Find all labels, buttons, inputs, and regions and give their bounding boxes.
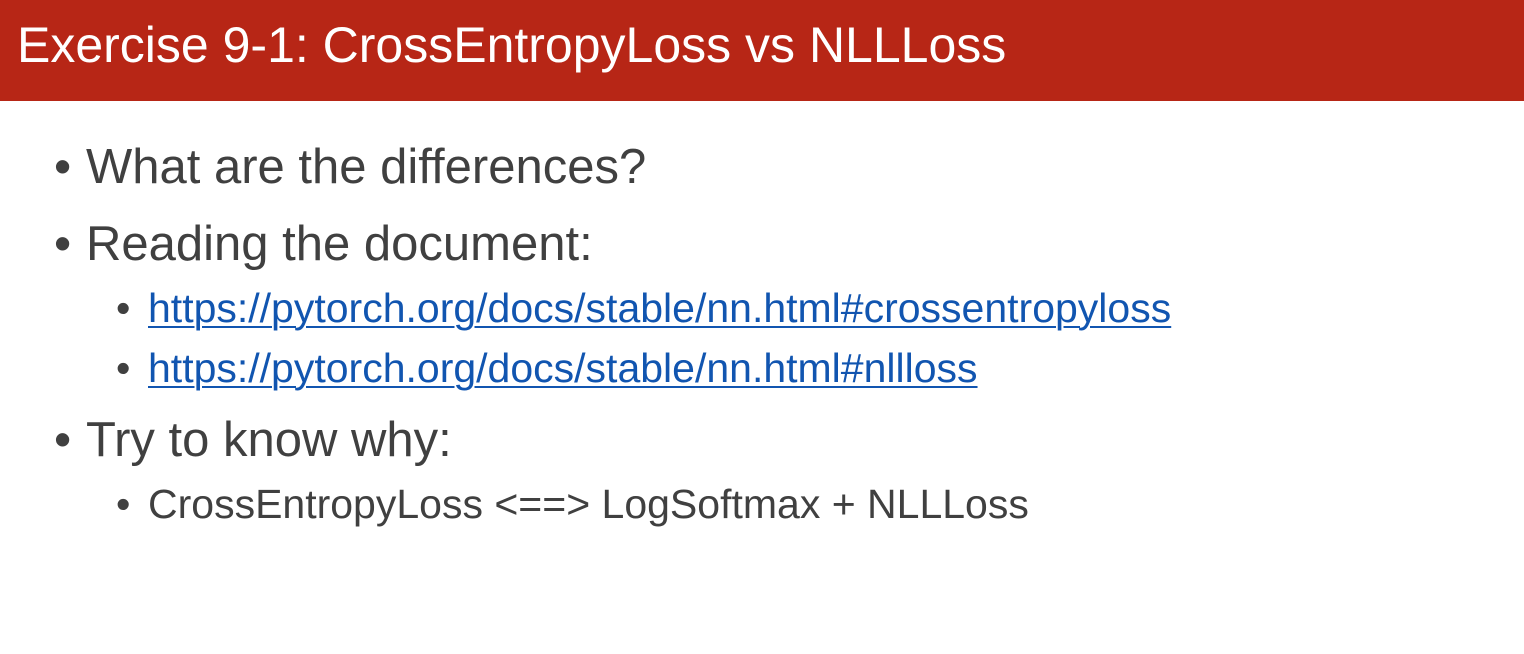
title-bar: Exercise 9-1: CrossEntropyLoss vs NLLLos… [0, 0, 1524, 101]
sub-bullet-icon: • [116, 285, 131, 331]
sub-bullet-nllloss-link: • https://pytorch.org/docs/stable/nn.html… [116, 343, 978, 393]
sub-bullet-icon: • [116, 345, 131, 391]
bullet-item-reading: • Reading the document: [54, 214, 593, 274]
sub-bullet-crossentropy-link: • https://pytorch.org/docs/stable/nn.html… [116, 283, 1171, 333]
slide-title: Exercise 9-1: CrossEntropyLoss vs NLLLos… [17, 17, 1007, 73]
crossentropyloss-doc-link[interactable]: https://pytorch.org/docs/stable/nn.html#… [148, 285, 1171, 331]
nllloss-doc-link[interactable]: https://pytorch.org/docs/stable/nn.html#… [148, 345, 978, 391]
bullet-text: What are the differences? [86, 140, 647, 194]
bullet-item-differences: • What are the differences? [54, 137, 646, 197]
bullet-text: Reading the document: [86, 217, 593, 271]
bullet-item-why: • Try to know why: [54, 410, 452, 470]
equivalence-text: CrossEntropyLoss <==> LogSoftmax + NLLLo… [148, 481, 1029, 527]
sub-bullet-equivalence: • CrossEntropyLoss <==> LogSoftmax + NLLL… [116, 479, 1029, 529]
bullet-icon: • [54, 217, 72, 271]
sub-bullet-icon: • [116, 481, 131, 527]
bullet-icon: • [54, 140, 72, 194]
bullet-icon: • [54, 413, 72, 467]
bullet-text: Try to know why: [86, 413, 452, 467]
